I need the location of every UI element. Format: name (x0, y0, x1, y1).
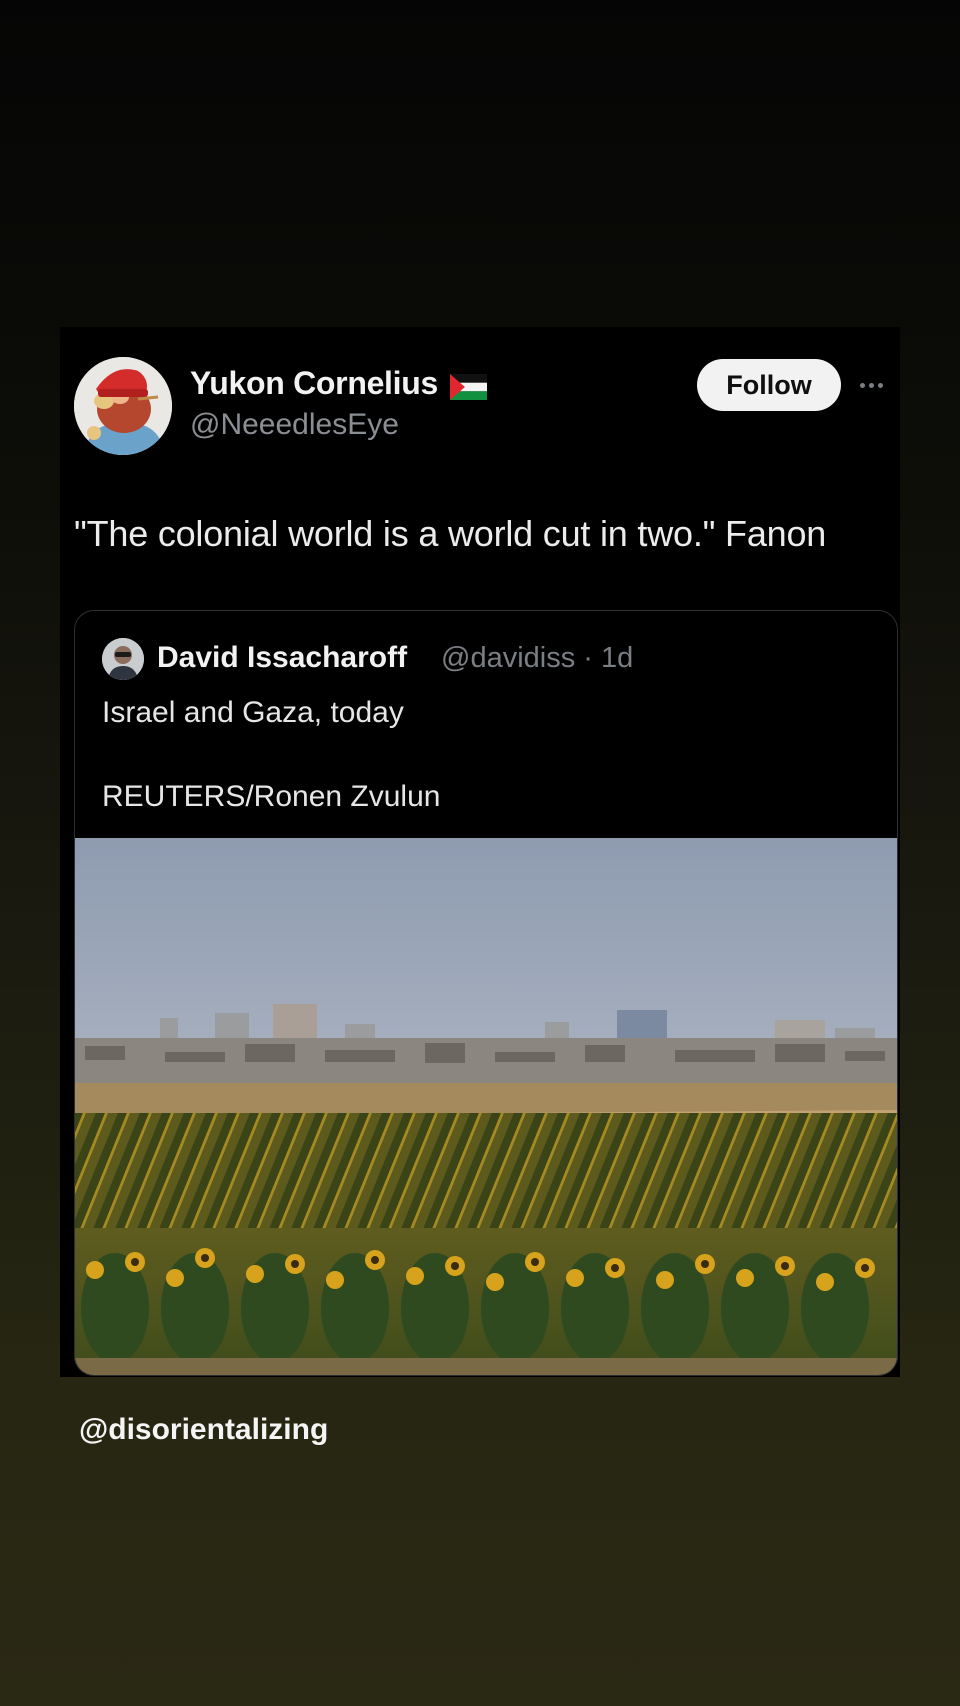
author-handle[interactable]: @NeeedlesEye (190, 408, 399, 442)
follow-button[interactable]: Follow (697, 359, 841, 411)
author-avatar[interactable] (74, 357, 172, 455)
author-name[interactable]: Yukon Cornelius (190, 365, 487, 402)
tweet-card[interactable]: Yukon Cornelius @NeeedlesEye Follow "The… (60, 327, 900, 1377)
avatar-image (74, 357, 172, 455)
tweet-text: "The colonial world is a world cut in tw… (74, 513, 827, 554)
quoted-author-handle-time: @davidiss · 1d (441, 642, 634, 674)
author-name-label: Yukon Cornelius (190, 365, 438, 401)
quoted-tweet-credit: REUTERS/Ronen Zvulun (102, 780, 441, 813)
watermark-username: @disorientalizing (79, 1413, 329, 1446)
more-horizontal-icon[interactable] (860, 373, 896, 397)
palestine-flag-icon (450, 371, 487, 400)
quoted-tweet[interactable]: David Issacharoff @davidiss · 1d Israel … (74, 610, 898, 1376)
quoted-tweet-text: Israel and Gaza, today (102, 696, 404, 729)
quoted-author-name: David Issacharoff (157, 641, 408, 674)
quoted-author-avatar (102, 638, 144, 680)
quoted-tweet-photo-image (75, 838, 897, 1375)
